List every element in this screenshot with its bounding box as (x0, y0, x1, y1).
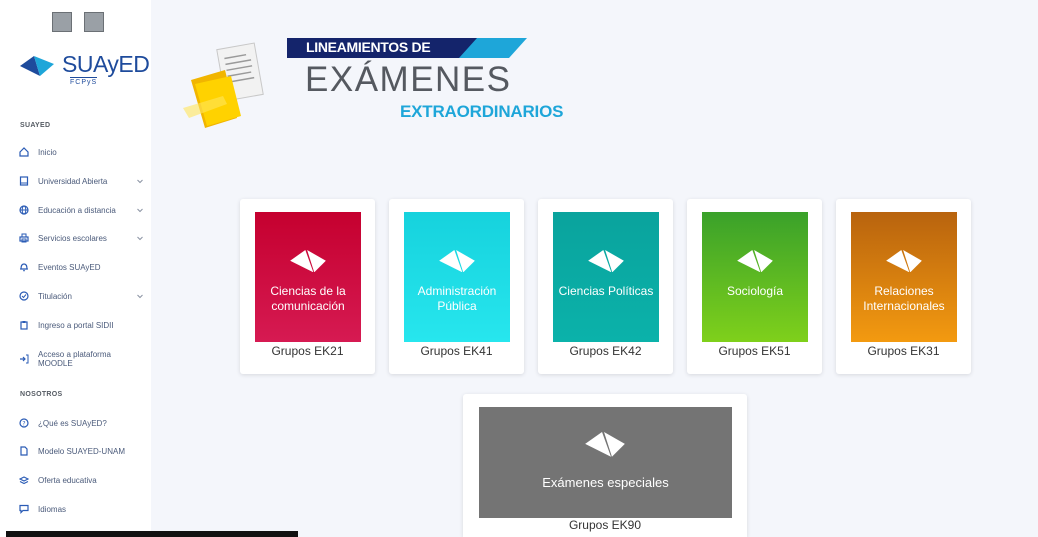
document-folder-icon (183, 42, 264, 128)
card-4[interactable]: Relaciones Internacionales Grupos EK31 (836, 199, 971, 374)
page-title: EXÁMENES (305, 60, 512, 99)
sidebar-item-b-1[interactable]: Modelo SUAYED-UNAM (19, 442, 144, 460)
tile-label: Administración Pública (417, 284, 497, 313)
suayed-logo[interactable]: SUAyED FCPyS (18, 46, 150, 86)
sidebar-item-a-5[interactable]: Titulación (19, 287, 144, 305)
suayed-chevron-icon (886, 250, 922, 273)
sidebar-item-a-3[interactable]: Servicios escolares (19, 229, 144, 247)
group-label[interactable]: Grupos EK42 (538, 344, 673, 358)
sidebar-item-label: Modelo SUAYED-UNAM (38, 446, 125, 456)
sidebar-item-label: Universidad Abierta (38, 176, 108, 186)
chevron-down-icon (136, 292, 144, 300)
group-label[interactable]: Grupos EK51 (687, 344, 822, 358)
logo-text: SUAyED (62, 51, 150, 77)
sidebar-item-a-6[interactable]: Ingreso a portal SIDII (19, 316, 144, 334)
message-icon (19, 504, 29, 514)
section-title-suayed: SUAYED (20, 122, 51, 129)
tile-label: Sociología (726, 284, 784, 298)
crests (52, 12, 104, 32)
group-label[interactable]: Grupos EK90 (463, 518, 747, 532)
login-icon (19, 354, 29, 364)
bell-icon (19, 262, 29, 272)
tile-label: Ciencias Políticas (558, 284, 654, 298)
tile-label: Ciencias de la comunicación (270, 284, 346, 313)
sidebar-item-label: Ingreso a portal SIDII (38, 320, 114, 330)
suayed-chevron-icon (439, 250, 475, 273)
svg-text:?: ? (22, 420, 25, 427)
bottom-overlay-bar (6, 531, 298, 537)
banner-text: LINEAMIENTOS DE (306, 39, 431, 55)
sidebar-item-label: Titulación (38, 291, 72, 301)
suayed-logo-icon (20, 56, 54, 76)
suayed-chevron-icon (737, 250, 773, 273)
logo-sub: FCPyS (70, 77, 98, 86)
card-special[interactable]: Exámenes especiales Grupos EK90 (463, 394, 747, 537)
card-0[interactable]: Ciencias de la comunicación Grupos EK21 (240, 199, 375, 374)
page-subtitle: EXTRAORDINARIOS (400, 102, 564, 121)
check-circle-icon (19, 291, 29, 301)
career-tile[interactable]: Administración Pública (404, 212, 510, 342)
book-icon (19, 176, 29, 186)
suayed-chevron-icon (588, 250, 624, 273)
tile-label: Relaciones Internacionales (863, 284, 945, 313)
sidebar-item-label: Inicio (38, 147, 57, 157)
sidebar-item-b-3[interactable]: Idiomas (19, 500, 144, 518)
chevron-down-icon (136, 177, 144, 185)
help-circle-icon: ? (19, 418, 29, 428)
globe-icon (19, 205, 29, 215)
suayed-chevron-icon (585, 432, 625, 457)
sidebar-item-label: Acceso a plataforma MOODLE (38, 350, 111, 368)
sidebar-item-b-2[interactable]: Oferta educativa (19, 471, 144, 489)
sidebar-item-label: Eventos SUAyED (38, 262, 101, 272)
sidebar-item-a-4[interactable]: Eventos SUAyED (19, 258, 144, 276)
card-3[interactable]: Sociología Grupos EK51 (687, 199, 822, 374)
section-title-nosotros: NOSOTROS (20, 391, 63, 398)
career-tile[interactable]: Sociología (702, 212, 808, 342)
group-label[interactable]: Grupos EK31 (836, 344, 971, 358)
card-2[interactable]: Ciencias Políticas Grupos EK42 (538, 199, 673, 374)
sidebar-item-b-0[interactable]: ? ¿Qué es SUAyED? (19, 414, 144, 432)
group-label[interactable]: Grupos EK41 (389, 344, 524, 358)
career-tile[interactable]: Ciencias Políticas (553, 212, 659, 342)
unam-crest-icon (52, 12, 72, 32)
career-tile[interactable]: Ciencias de la comunicación (255, 212, 361, 342)
chevron-down-icon (136, 234, 144, 242)
clipboard-icon (19, 320, 29, 330)
suayed-chevron-icon (290, 250, 326, 273)
sidebar-item-label: Oferta educativa (38, 475, 97, 485)
card-1[interactable]: Administración Pública Grupos EK41 (389, 199, 524, 374)
chevron-down-icon (136, 206, 144, 214)
sidebar-item-a-0[interactable]: Inicio (19, 143, 144, 161)
sidebar: SUAyED FCPyS SUAYED Inicio Universidad Ab… (0, 0, 151, 537)
group-label[interactable]: Grupos EK21 (240, 344, 375, 358)
layers-icon (19, 475, 29, 485)
special-tile[interactable]: Exámenes especiales (479, 407, 732, 518)
sidebar-item-a-1[interactable]: Universidad Abierta (19, 172, 144, 190)
file-icon (19, 446, 29, 456)
sidebar-item-a-2[interactable]: Educación a distancia (19, 201, 144, 219)
sidebar-item-label: Educación a distancia (38, 205, 116, 215)
sidebar-item-a-7[interactable]: Acceso a plataforma MOODLE (19, 350, 144, 368)
sidebar-item-label: ¿Qué es SUAyED? (38, 418, 107, 428)
home-icon (19, 147, 29, 157)
career-tile[interactable]: Relaciones Internacionales (851, 212, 957, 342)
sidebar-item-label: Servicios escolares (38, 233, 107, 243)
fcpys-crest-icon (84, 12, 104, 32)
printer-icon (19, 233, 29, 243)
tile-label: Exámenes especiales (542, 475, 669, 490)
sidebar-item-label: Idiomas (38, 504, 67, 514)
